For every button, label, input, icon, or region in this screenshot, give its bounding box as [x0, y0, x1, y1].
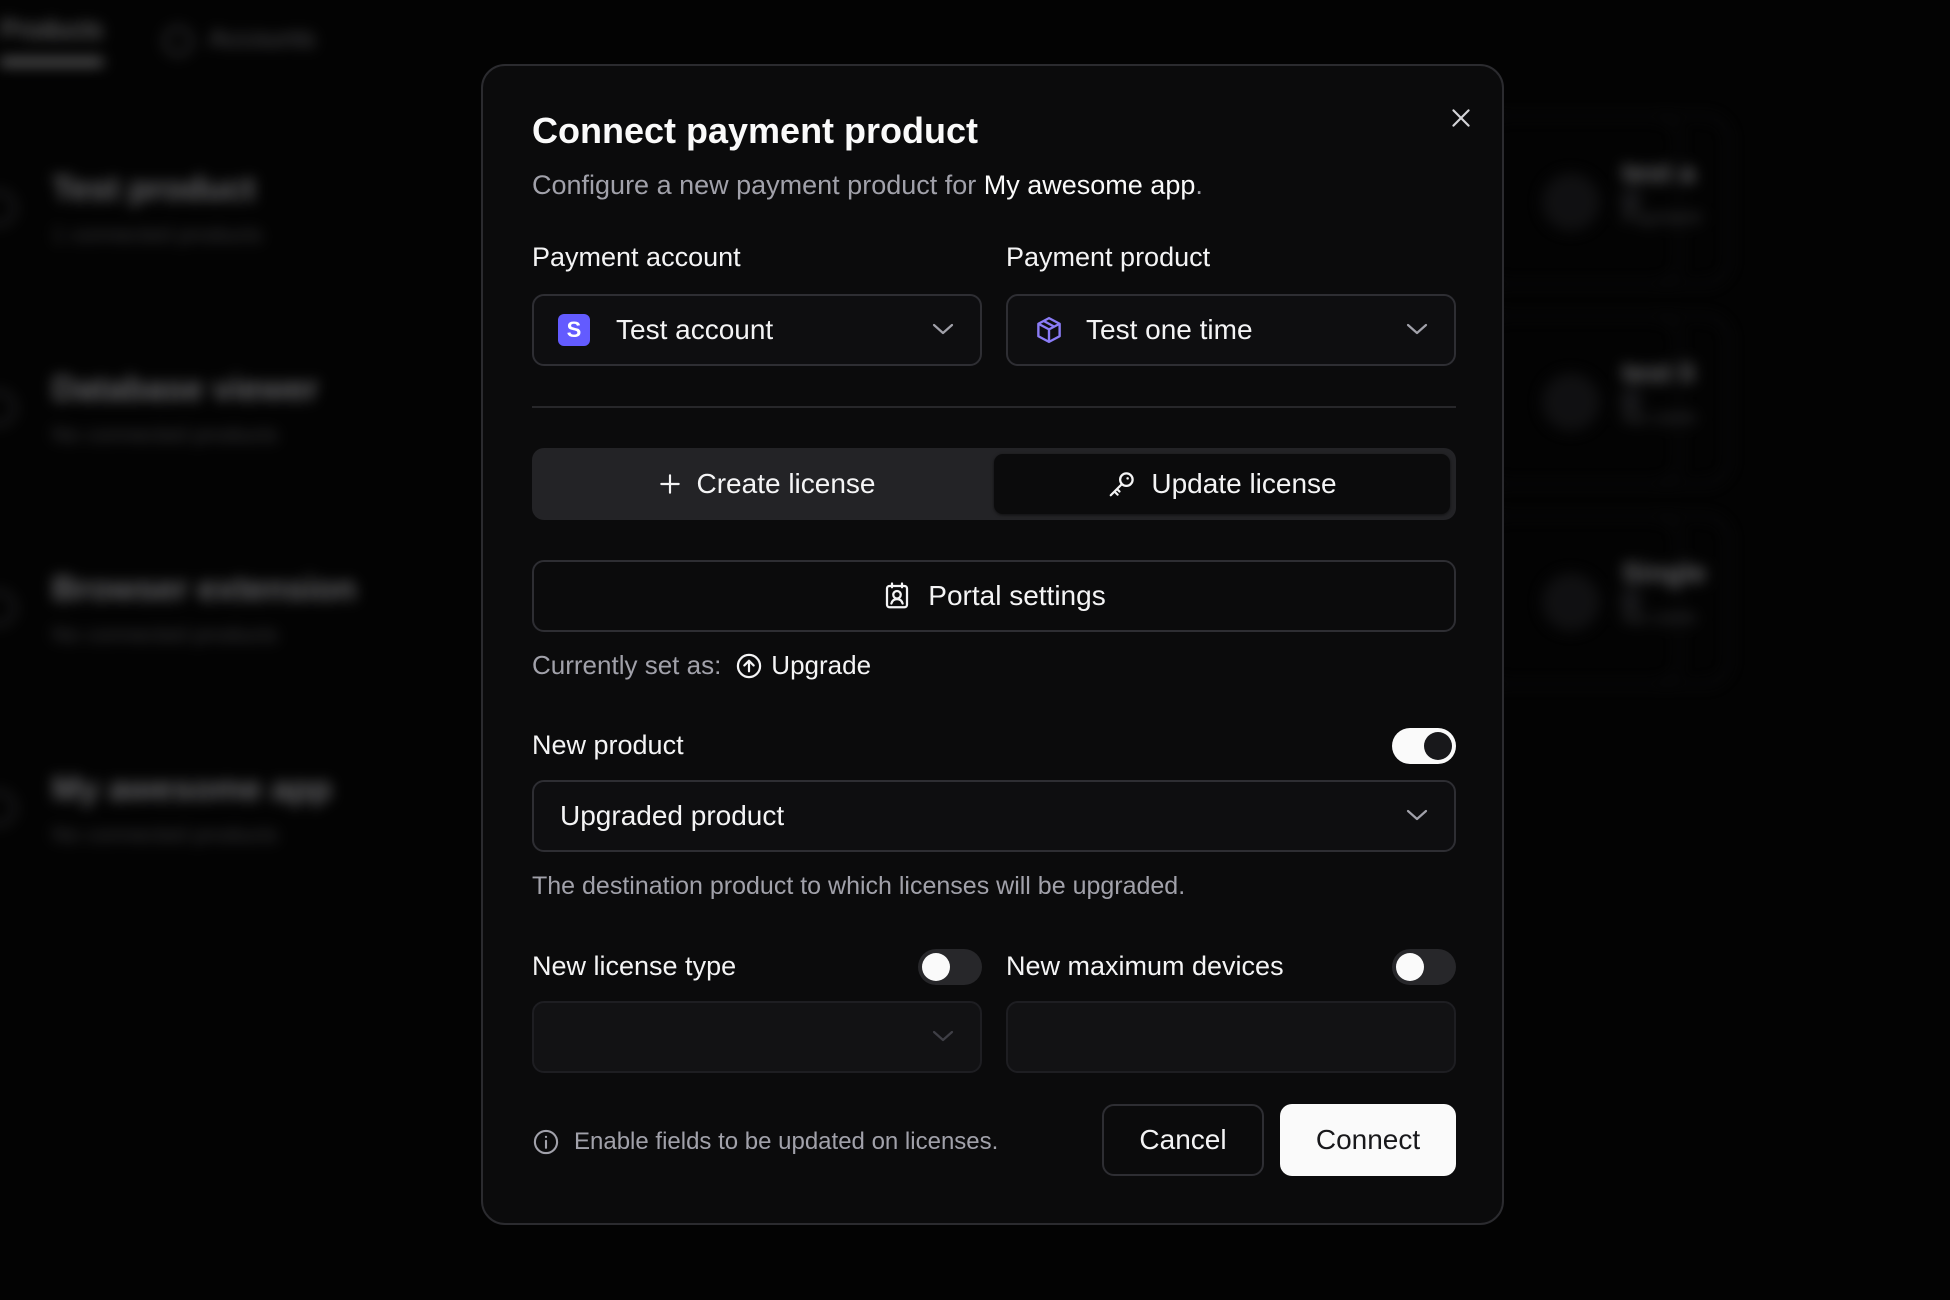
subtitle-text: Configure a new payment product for	[532, 170, 984, 200]
app-name: My awesome app	[983, 170, 1196, 200]
background-card: Browser extension No connected products	[0, 550, 500, 700]
payment-account-value: Test account	[616, 314, 774, 345]
new-license-type-toggle[interactable]	[918, 949, 982, 985]
tab-update-license[interactable]: Update license	[994, 454, 1450, 514]
background-card-subtitle: 1 connected products	[52, 222, 263, 247]
tab-create-license[interactable]: Create license	[538, 454, 994, 514]
background-right-card: Single No conn	[1480, 515, 1730, 685]
product-icon	[0, 190, 16, 226]
footer-note-text: Enable fields to be updated on licenses.	[574, 1128, 999, 1155]
background-card-subtitle: No connected products	[52, 422, 279, 447]
product-icon	[0, 790, 16, 826]
background-tab-accounts: Accounts	[162, 23, 316, 56]
new-product-label: New product	[532, 730, 684, 760]
background-tab-label: Accounts	[208, 23, 316, 54]
background-right-subtitle: No conn	[1622, 407, 1697, 429]
background-right-subtitle: Payment	[1622, 207, 1701, 229]
background-card-title: Database viewer	[52, 370, 319, 408]
background-right-title: test a	[1622, 157, 1696, 188]
background-card: Test product 1 connected products	[0, 150, 500, 300]
tab-label: Create license	[696, 468, 876, 499]
new-max-devices-label: New maximum devices	[1006, 951, 1284, 981]
package-icon	[1034, 315, 1064, 345]
background-right-title: Single	[1622, 557, 1707, 588]
chevron-down-icon	[1406, 809, 1428, 821]
license-mode-tabs: Create license Update license	[532, 448, 1456, 520]
connect-payment-dialog: Connect payment product Configure a new …	[481, 64, 1504, 1225]
dialog-title: Connect payment product	[532, 110, 979, 151]
current-setting-label: Upgrade	[771, 650, 872, 680]
current-setting: Currently set as: Upgrade	[532, 650, 871, 681]
tab-label: Update license	[1151, 468, 1337, 499]
background-right-card: test a Payment	[1480, 115, 1730, 285]
new-product-toggle[interactable]	[1392, 728, 1456, 764]
background-card-title: Test product	[52, 170, 256, 208]
payment-product-value: Test one time	[1086, 314, 1253, 345]
toggle-knob	[1424, 732, 1452, 760]
stripe-icon: S	[558, 314, 590, 346]
portal-settings-button[interactable]: Portal settings	[532, 560, 1456, 632]
payment-product-select[interactable]: Test one time	[1006, 294, 1456, 366]
background-card-title: Browser extension	[52, 570, 357, 608]
chevron-down-icon	[1406, 323, 1428, 335]
app-icon	[1542, 373, 1600, 431]
background-tabs: Products Accounts	[0, 14, 316, 65]
product-icon	[0, 590, 16, 626]
toggle-knob	[922, 953, 950, 981]
product-icon	[0, 390, 16, 426]
background-right-title: test li	[1622, 357, 1696, 388]
payment-account-label: Payment account	[532, 242, 741, 272]
info-icon	[533, 1129, 559, 1155]
toggle-knob	[1396, 953, 1424, 981]
background-tab-products: Products	[0, 14, 103, 65]
new-product-hint: The destination product to which license…	[532, 872, 1186, 900]
dialog-subtitle: Configure a new payment product for My a…	[532, 170, 1203, 201]
cancel-button[interactable]: Cancel	[1102, 1104, 1264, 1176]
arrow-up-circle-icon	[737, 653, 762, 678]
key-icon	[1110, 472, 1135, 497]
stripe-icon-letter: S	[566, 317, 582, 342]
new-max-devices-toggle[interactable]	[1392, 949, 1456, 985]
subtitle-suffix: .	[1195, 170, 1203, 200]
app-icon	[1542, 573, 1600, 631]
current-setting-value: Upgrade	[735, 650, 871, 681]
close-button[interactable]	[1441, 98, 1481, 138]
background-card-subtitle: No connected products	[52, 622, 279, 647]
accounts-icon	[162, 25, 193, 56]
plus-icon	[659, 474, 680, 494]
current-setting-prefix: Currently set as:	[532, 650, 722, 680]
background-right-subtitle: No conn	[1622, 607, 1697, 629]
app-icon	[1542, 173, 1600, 231]
new-license-type-label: New license type	[532, 951, 737, 981]
background-card-title: My awesome app	[52, 770, 332, 808]
new-license-type-select	[532, 1001, 982, 1073]
new-max-devices-input	[1006, 1001, 1456, 1073]
portal-settings-label: Portal settings	[928, 580, 1106, 611]
background-card: My awesome app No connected products	[0, 750, 500, 900]
background-card-subtitle: No connected products	[52, 822, 279, 847]
new-product-select[interactable]: Upgraded product	[532, 780, 1456, 852]
payment-product-label: Payment product	[1006, 242, 1211, 272]
payment-account-select[interactable]: S Test account	[532, 294, 982, 366]
background-card: Database viewer No connected products	[0, 350, 500, 500]
connect-button[interactable]: Connect	[1280, 1104, 1456, 1176]
divider	[532, 406, 1456, 408]
contact-card-icon	[886, 582, 909, 609]
footer-note: Enable fields to be updated on licenses.	[532, 1128, 998, 1156]
chevron-down-icon	[932, 1030, 954, 1042]
background-right-card: test li No conn	[1480, 315, 1730, 485]
chevron-down-icon	[932, 323, 954, 335]
new-product-value: Upgraded product	[560, 800, 785, 831]
close-icon	[1452, 109, 1470, 127]
